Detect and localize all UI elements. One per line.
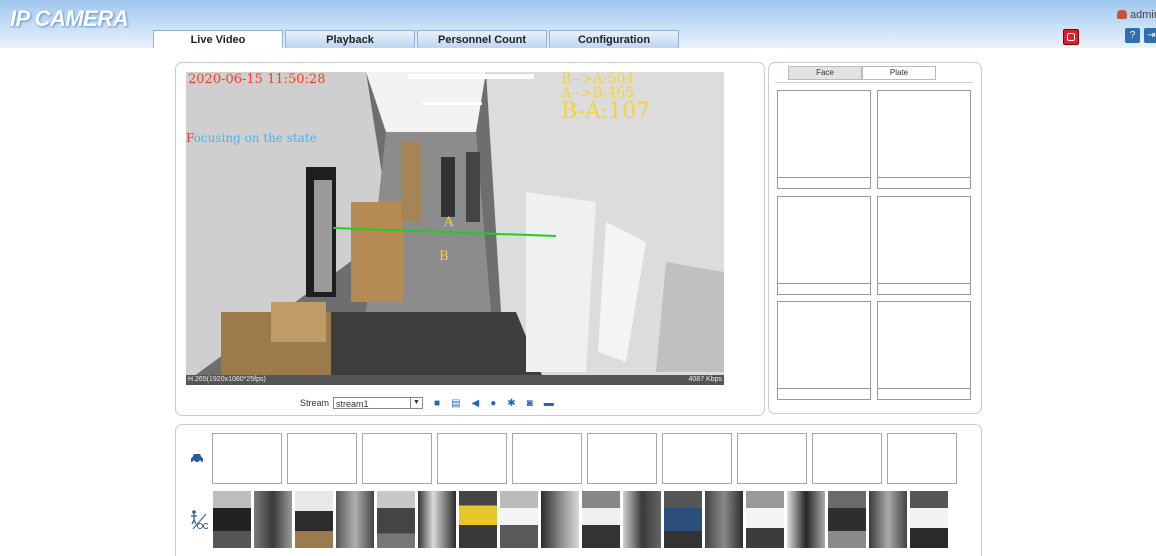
person-thumbnail[interactable]: [869, 491, 907, 548]
person-thumbnail[interactable]: [541, 491, 579, 548]
stop-icon[interactable]: ■: [434, 398, 440, 409]
app-header: IP CAMERA Live Video Playback Personnel …: [0, 0, 1156, 48]
focus-status: Focusing on the state: [186, 131, 317, 145]
help-icon[interactable]: ?: [1125, 28, 1140, 43]
stream-select[interactable]: stream1 ▼: [333, 397, 424, 409]
capture-tabs: Face Plate: [788, 66, 936, 80]
person-thumbnail[interactable]: [746, 491, 784, 548]
vehicle-slot[interactable]: [737, 433, 807, 484]
face-slot[interactable]: [777, 196, 871, 295]
stream-label: Stream: [300, 398, 330, 408]
audio-icon[interactable]: ◀: [472, 398, 480, 409]
stream-value: stream1: [336, 399, 369, 409]
person-thumbnail[interactable]: [582, 491, 620, 548]
tab-playback[interactable]: Playback: [285, 30, 415, 48]
person-thumbnail[interactable]: [705, 491, 743, 548]
settings-icon[interactable]: ✱: [507, 398, 515, 409]
face-slot[interactable]: [877, 90, 971, 189]
vehicle-slot[interactable]: [812, 433, 882, 484]
bitrate: 4087 Kbps: [688, 376, 722, 383]
alarm-icon[interactable]: [1063, 29, 1079, 45]
video-view[interactable]: 2020-06-15 11:50:28 B-->A:504 A-->B:465 …: [186, 72, 724, 385]
person-thumbnail[interactable]: [664, 491, 702, 548]
vehicle-slot[interactable]: [512, 433, 582, 484]
tab-face[interactable]: Face: [788, 66, 862, 80]
count-b-to-a: B-->A:504: [561, 72, 635, 87]
vehicle-slot[interactable]: [887, 433, 957, 484]
person-thumbnail[interactable]: [377, 491, 415, 548]
line-label-b: B: [439, 249, 449, 264]
tab-configuration[interactable]: Configuration: [549, 30, 679, 48]
person-thumbnail[interactable]: [254, 491, 292, 548]
fullscreen-icon[interactable]: ▬: [544, 398, 554, 409]
video-timestamp: 2020-06-15 11:50:28: [188, 72, 326, 87]
app-logo: IP CAMERA: [10, 6, 129, 31]
line-label-a: A: [444, 215, 454, 230]
count-a-to-b: A-->B:465: [561, 85, 635, 101]
tab-plate[interactable]: Plate: [862, 66, 936, 80]
person-thumbnail[interactable]: [910, 491, 948, 548]
snapshot-icon[interactable]: ◙: [527, 398, 533, 409]
face-slot[interactable]: [777, 301, 871, 400]
person-thumbnail[interactable]: [623, 491, 661, 548]
person-thumbnail[interactable]: [213, 491, 251, 548]
vehicle-slot[interactable]: [587, 433, 657, 484]
talk-icon[interactable]: ●: [490, 398, 496, 409]
video-controls: Stream stream1 ▼ ■ ▤ ◀ ● ✱ ◙ ▬: [300, 395, 554, 411]
vehicle-slot[interactable]: [212, 433, 282, 484]
person-thumbnail[interactable]: [787, 491, 825, 548]
person-thumbnail[interactable]: [418, 491, 456, 548]
count-difference: B-A:107: [561, 99, 651, 124]
username: admin: [1130, 9, 1156, 21]
user-info: admin: [1117, 9, 1156, 21]
tabs-divider: [775, 82, 973, 83]
vehicle-slot[interactable]: [437, 433, 507, 484]
person-thumbnail[interactable]: [459, 491, 497, 548]
person-thumbnail[interactable]: [500, 491, 538, 548]
video-status-bar: H.265(1920x1080*25fps) 4087 Kbps: [186, 375, 724, 385]
tab-personnel-count[interactable]: Personnel Count: [417, 30, 547, 48]
chevron-down-icon: ▼: [410, 398, 422, 408]
pedestrian-bike-icon: [191, 510, 208, 530]
logout-icon[interactable]: ⇥: [1144, 28, 1156, 43]
car-icon: [191, 454, 203, 464]
person-thumbnail[interactable]: [828, 491, 866, 548]
face-slot[interactable]: [877, 301, 971, 400]
face-slot[interactable]: [877, 196, 971, 295]
record-icon[interactable]: ▤: [451, 398, 460, 409]
tab-live-video[interactable]: Live Video: [153, 30, 283, 48]
face-slot[interactable]: [777, 90, 871, 189]
focus-status-text: ocusing on the state: [193, 131, 317, 145]
person-thumbnail[interactable]: [336, 491, 374, 548]
vehicle-slot[interactable]: [662, 433, 732, 484]
user-icon: [1117, 10, 1127, 19]
vehicle-slot[interactable]: [362, 433, 432, 484]
person-thumbnail[interactable]: [295, 491, 333, 548]
vehicle-slot[interactable]: [287, 433, 357, 484]
codec-info: H.265(1920x1080*25fps): [188, 376, 266, 383]
main-tabs: Live Video Playback Personnel Count Conf…: [153, 30, 681, 48]
